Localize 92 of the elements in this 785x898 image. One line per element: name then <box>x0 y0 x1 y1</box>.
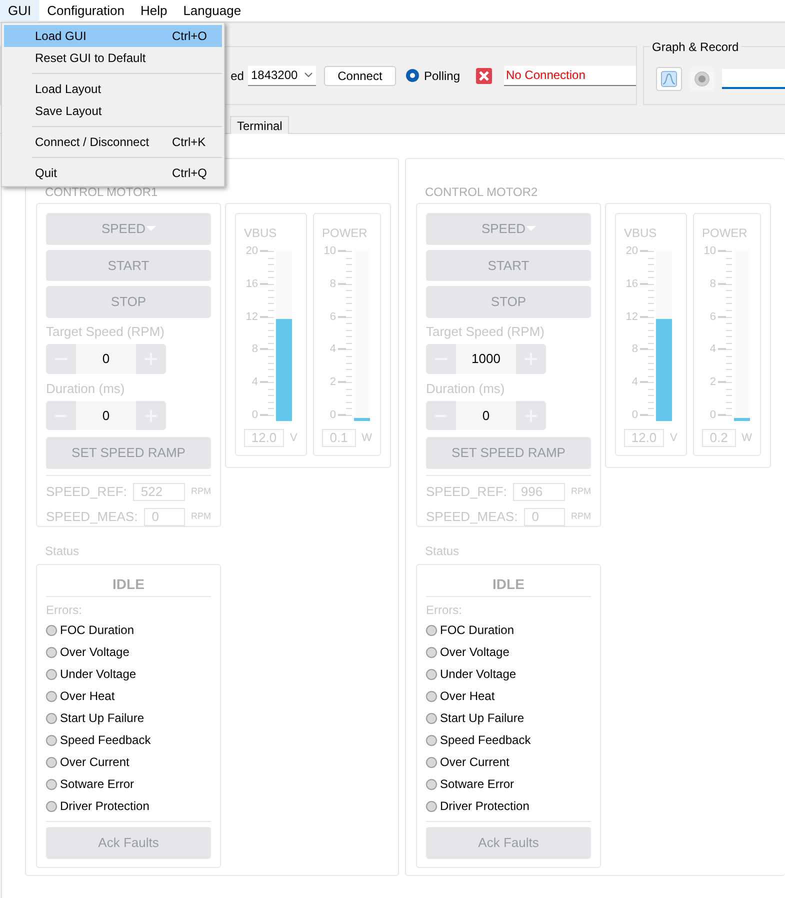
baud-rate-dropdown[interactable]: 1843200 <box>248 66 316 86</box>
menu-item[interactable]: Quit Ctrl+Q <box>4 162 222 184</box>
error-label: Sotware Error <box>440 776 514 793</box>
menu-bar-item[interactable]: Help <box>132 0 176 22</box>
unit-label: V <box>290 430 298 446</box>
field-label: SPEED_REF: <box>46 483 127 502</box>
menu-item[interactable]: Load Layout <box>4 78 222 100</box>
polling-radio[interactable]: Polling <box>406 66 460 84</box>
menu-item[interactable]: Connect / Disconnect Ctrl+K <box>4 131 222 153</box>
error-label: Speed Feedback <box>440 732 531 749</box>
caret-icon <box>146 226 156 232</box>
section-title: CONTROL MOTOR1 <box>45 185 159 201</box>
error-label: FOC Duration <box>440 622 514 639</box>
error-label: Driver Protection <box>60 798 150 815</box>
unit-label: V <box>670 430 678 446</box>
menu-bar-item[interactable]: GUI <box>0 0 40 22</box>
error-label: Under Voltage <box>60 666 136 683</box>
tick-label: 12 <box>626 310 638 323</box>
tick-label: 20 <box>626 245 638 257</box>
unit-label: RPM <box>191 510 211 524</box>
error-label: Over Current <box>440 754 510 771</box>
tick-label: 6 <box>330 310 336 323</box>
error-label: Over Current <box>60 754 130 771</box>
errors-label: Errors: <box>426 602 463 619</box>
tick-label: 8 <box>632 343 638 356</box>
tick-label: 20 <box>246 245 258 257</box>
tab[interactable]: Terminal <box>230 116 290 134</box>
error-label: Over Voltage <box>60 644 130 661</box>
tick-label: 4 <box>632 376 638 388</box>
field-label: SPEED_MEAS: <box>46 508 138 526</box>
tick-label: 2 <box>330 376 336 388</box>
field-label: Target Speed (RPM) <box>426 324 546 339</box>
tick-label: 2 <box>710 376 716 388</box>
errors-label: Errors: <box>46 602 83 619</box>
tick-label: 10 <box>324 245 336 257</box>
section-title: Status <box>425 543 460 560</box>
menu-item[interactable]: Reset GUI to Default <box>4 47 222 69</box>
menu-item[interactable]: Load GUI Ctrl+O <box>4 25 222 47</box>
menu-item[interactable]: Save Layout <box>4 100 222 122</box>
tick-label: 10 <box>704 245 716 257</box>
tick-label: 0 <box>252 408 258 421</box>
graph-button[interactable] <box>656 66 682 90</box>
gauge-title: POWER <box>322 225 368 242</box>
tick-label: 0 <box>330 408 336 421</box>
gauge-title: POWER <box>702 225 748 242</box>
error-label: Start Up Failure <box>60 710 144 727</box>
section-title: CONTROL MOTOR2 <box>425 185 539 201</box>
connect-button[interactable]: Connect <box>324 66 396 86</box>
unit-label: RPM <box>191 485 211 498</box>
tick-label: 8 <box>252 343 258 356</box>
tick-label: 0 <box>710 408 716 421</box>
record-button[interactable] <box>690 66 714 90</box>
connection-status-field: No Connection <box>504 66 636 86</box>
gauge-title: VBUS <box>624 225 658 242</box>
gauge-title: VBUS <box>244 225 278 242</box>
unit-label: W <box>742 430 752 446</box>
chevron-down-icon <box>304 72 313 78</box>
tick-label: 16 <box>246 278 258 290</box>
error-label: Start Up Failure <box>440 710 524 727</box>
field-label: SPEED_MEAS: <box>426 508 518 526</box>
unit-label: RPM <box>571 510 591 524</box>
tick-label: 0 <box>632 408 638 421</box>
tick-label: 6 <box>710 310 716 323</box>
unit-label: RPM <box>571 485 591 498</box>
field-label: Target Speed (RPM) <box>46 324 166 339</box>
state-label: IDLE <box>492 575 526 594</box>
caret-icon <box>526 226 536 232</box>
tick-label: 4 <box>330 343 336 356</box>
tick-label: 4 <box>252 376 258 388</box>
tick-label: 8 <box>330 278 336 290</box>
baud-label: ed <box>230 68 244 84</box>
error-label: FOC Duration <box>60 622 134 639</box>
field-label: Duration (ms) <box>426 382 506 396</box>
error-label: Sotware Error <box>60 776 134 793</box>
error-label: Over Voltage <box>440 644 510 661</box>
field-label: SPEED_REF: <box>426 483 507 502</box>
error-label: Speed Feedback <box>60 732 151 749</box>
tick-label: 16 <box>626 278 638 290</box>
unit-label: W <box>362 430 372 446</box>
tick-label: 4 <box>710 343 716 356</box>
section-title: Status <box>45 543 80 560</box>
tick-label: 8 <box>710 278 716 290</box>
error-label: Over Heat <box>440 688 495 705</box>
menu-bar-item[interactable]: Configuration <box>39 0 132 22</box>
error-label: Under Voltage <box>440 666 516 683</box>
file-name-field[interactable] <box>722 68 785 88</box>
menu-bar-item[interactable]: Language <box>175 0 250 22</box>
field-label: Duration (ms) <box>46 382 126 396</box>
error-label: Driver Protection <box>440 798 530 815</box>
state-label: IDLE <box>112 575 146 594</box>
error-label: Over Heat <box>60 688 115 705</box>
tick-label: 12 <box>246 310 258 323</box>
